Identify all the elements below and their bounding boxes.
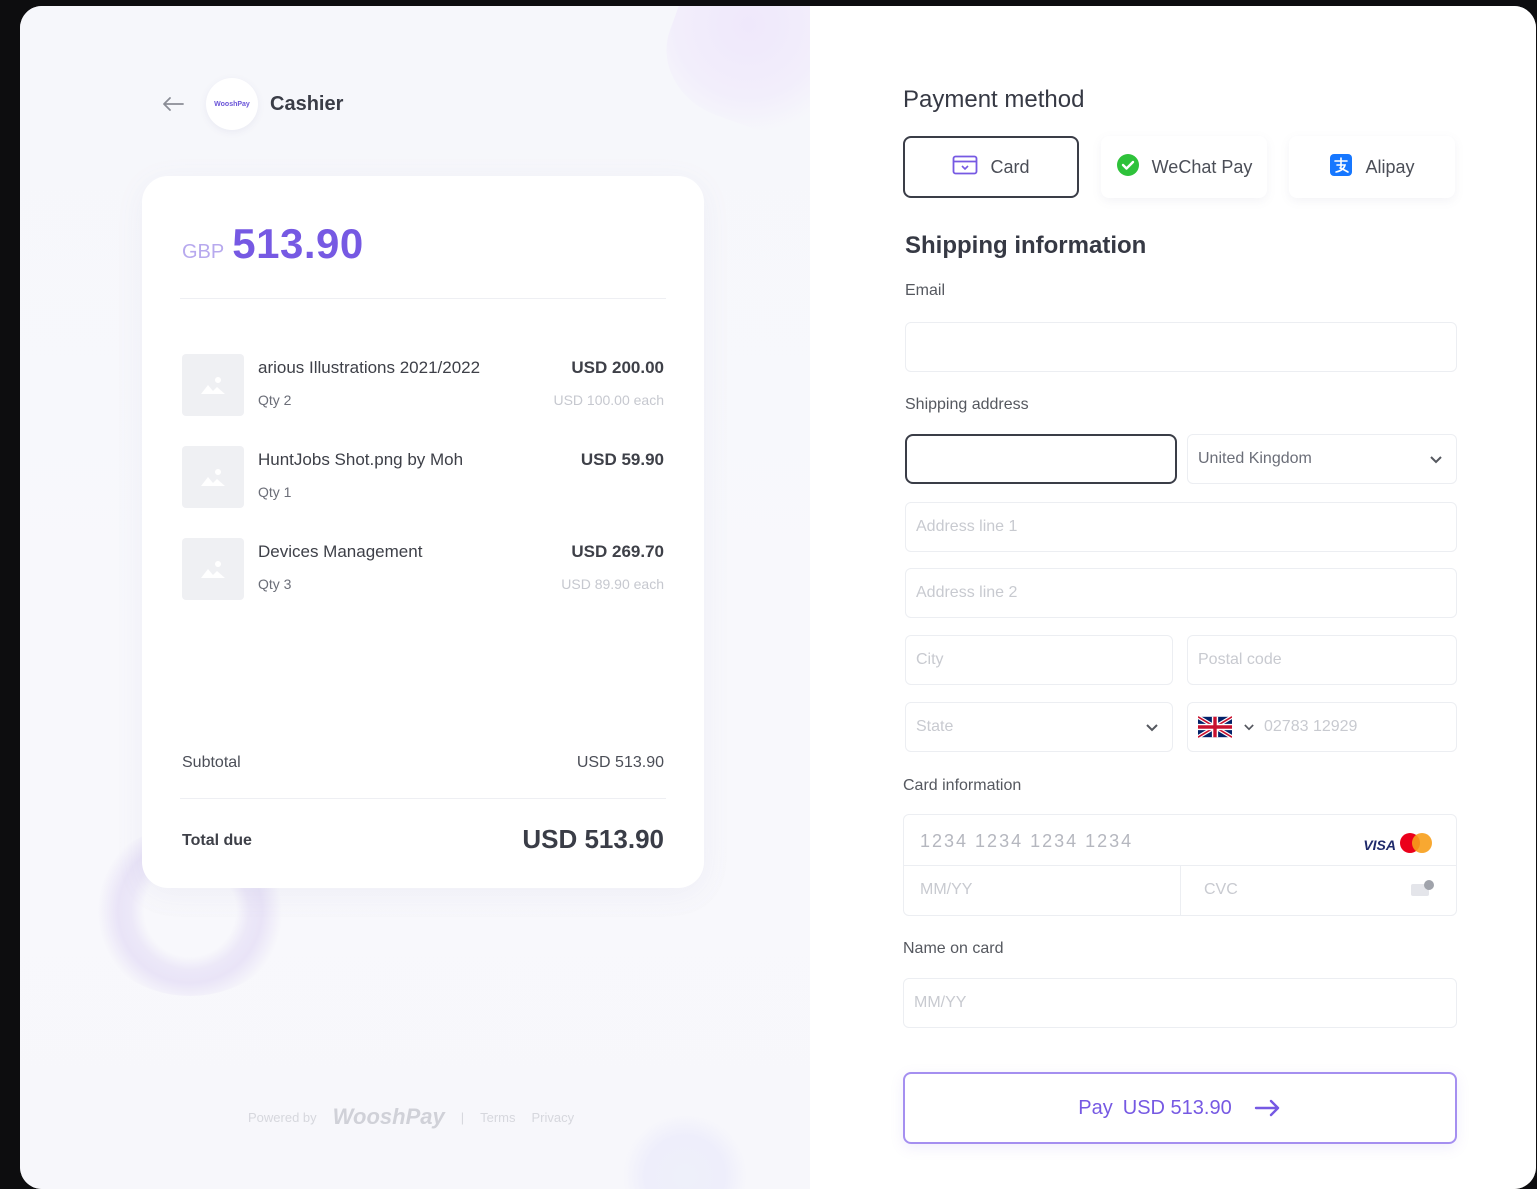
tab-label: Card <box>990 156 1030 177</box>
card-information-group: 1234 1234 1234 1234 VISA MM/YY CVC <box>903 814 1457 916</box>
pay-label: Pay <box>1078 1096 1113 1119</box>
wechat-icon <box>1116 153 1140 182</box>
item-qty: Qty 3 <box>258 576 292 592</box>
card-cvc-input[interactable]: CVC <box>1204 881 1238 899</box>
image-placeholder-icon <box>182 446 244 508</box>
email-input[interactable] <box>916 338 1446 356</box>
name-on-card-input[interactable] <box>914 994 1446 1012</box>
total-due-value: USD 513.90 <box>522 824 664 854</box>
divider <box>180 298 666 299</box>
alipay-icon <box>1329 153 1353 182</box>
full-name-field[interactable] <box>905 434 1177 484</box>
item-name: Devices Management <box>258 542 423 561</box>
amount-display: GBP 513.90 <box>182 220 364 268</box>
item-unit-price: USD 100.00 each <box>553 392 664 408</box>
shipping-heading: Shipping information <box>905 232 1147 259</box>
country-select[interactable]: United Kingdom <box>1187 434 1457 484</box>
postal-code-field[interactable] <box>1187 635 1457 685</box>
city-input[interactable] <box>916 651 1162 669</box>
divider <box>180 798 666 799</box>
footer-separator: | <box>460 1109 465 1125</box>
card-information-label: Card information <box>903 777 1022 794</box>
currency-code: GBP <box>182 241 225 263</box>
image-placeholder-icon <box>182 538 244 600</box>
total-amount: 513.90 <box>232 220 364 267</box>
footer: Powered by WooshPay | Terms Privacy <box>248 1104 574 1130</box>
address-line-1-field[interactable] <box>905 502 1457 552</box>
total-due-label: Total due <box>182 832 252 849</box>
list-item: Devices Management Qty 3 USD 269.70 USD … <box>182 538 664 602</box>
item-price: USD 59.90 <box>580 450 664 469</box>
state-select[interactable]: State <box>905 702 1173 752</box>
logo-text: WooshPay <box>214 100 250 108</box>
card-expiry-input[interactable]: MM/YY <box>920 881 972 899</box>
state-placeholder: State <box>916 718 954 735</box>
phone-input[interactable] <box>1264 718 1446 736</box>
visa-icon: VISA <box>1363 837 1396 853</box>
uk-flag-icon[interactable] <box>1198 716 1232 738</box>
terms-link[interactable]: Terms <box>480 1110 515 1125</box>
address-line-2-input[interactable] <box>916 584 1446 602</box>
item-unit-price: USD 89.90 each <box>561 576 664 592</box>
image-placeholder-icon <box>182 354 244 416</box>
page-title: Cashier <box>270 92 344 115</box>
arrow-right-icon <box>1254 1099 1282 1117</box>
list-item: HuntJobs Shot.png by Moh Qty 1 USD 59.90 <box>182 446 664 510</box>
payment-panel: Payment method Card WeChat Pay Alipay Sh… <box>810 6 1536 1189</box>
shipping-address-label: Shipping address <box>905 396 1029 413</box>
address-line-2-field[interactable] <box>905 568 1457 618</box>
back-arrow-icon[interactable] <box>160 91 186 117</box>
item-name: arious Illustrations 2021/2022 <box>258 358 481 377</box>
powered-by-label: Powered by <box>248 1109 317 1125</box>
name-on-card-field[interactable] <box>903 978 1457 1028</box>
country-value: United Kingdom <box>1198 450 1312 467</box>
item-price: USD 200.00 <box>571 358 664 377</box>
payment-method-heading: Payment method <box>903 86 1085 113</box>
header: WooshPay Cashier <box>160 78 344 130</box>
order-summary-panel: WooshPay Cashier GBP 513.90 arious Illus… <box>20 6 872 1189</box>
item-qty: Qty 1 <box>258 484 292 500</box>
list-item: arious Illustrations 2021/2022 Qty 2 USD… <box>182 354 664 418</box>
item-qty: Qty 2 <box>258 392 292 408</box>
phone-field[interactable] <box>1187 702 1457 752</box>
brand-logo: WooshPay <box>206 78 258 130</box>
tab-wechat-pay[interactable]: WeChat Pay <box>1101 136 1267 198</box>
decorative-blob <box>620 1116 750 1189</box>
city-field[interactable] <box>905 635 1173 685</box>
subtotal-label: Subtotal <box>182 754 241 771</box>
item-name: HuntJobs Shot.png by Moh <box>258 450 464 469</box>
tab-label: WeChat Pay <box>1151 156 1253 177</box>
tab-alipay[interactable]: Alipay <box>1289 136 1455 198</box>
payment-method-tabs: Card WeChat Pay Alipay <box>903 136 1455 198</box>
cvc-card-icon <box>1410 879 1436 897</box>
subtotal-value: USD 513.90 <box>576 754 664 771</box>
privacy-link[interactable]: Privacy <box>532 1110 575 1125</box>
chevron-down-icon <box>1146 719 1158 735</box>
postal-code-input[interactable] <box>1198 651 1446 669</box>
order-summary-card: GBP 513.90 arious Illustrations 2021/202… <box>142 176 704 888</box>
tab-label: Alipay <box>1365 156 1415 177</box>
full-name-input[interactable] <box>917 450 1165 468</box>
pay-button[interactable]: Pay USD 513.90 <box>903 1072 1457 1144</box>
name-on-card-label: Name on card <box>903 940 1004 957</box>
cashier-window: WooshPay Cashier GBP 513.90 arious Illus… <box>20 6 1536 1189</box>
pay-amount: USD 513.90 <box>1122 1096 1232 1119</box>
email-label: Email <box>905 282 946 299</box>
footer-brand-logo: WooshPay <box>332 1104 445 1129</box>
email-field[interactable] <box>905 322 1457 372</box>
item-price: USD 269.70 <box>571 542 664 561</box>
card-number-input[interactable]: 1234 1234 1234 1234 <box>920 831 1133 852</box>
card-icon <box>952 154 978 181</box>
chevron-down-icon[interactable] <box>1244 723 1254 731</box>
mastercard-icon <box>1400 833 1432 855</box>
tab-card[interactable]: Card <box>903 136 1079 198</box>
chevron-down-icon <box>1430 451 1442 467</box>
divider <box>1180 865 1181 915</box>
address-line-1-input[interactable] <box>916 518 1446 536</box>
